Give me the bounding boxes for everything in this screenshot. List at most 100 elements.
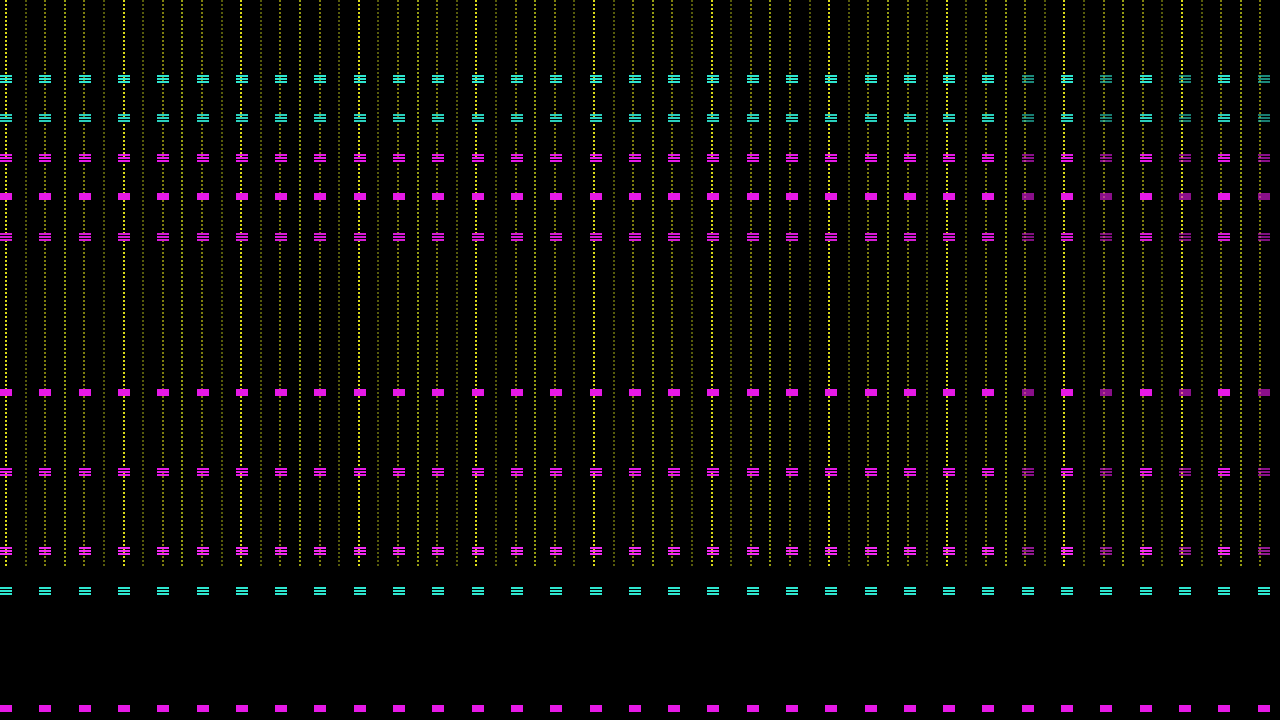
cyan-row-2-marker: [707, 114, 719, 122]
cyan-row-2-marker: [590, 114, 602, 122]
cyan-row-3-marker: [825, 587, 837, 595]
magenta-row-1-marker: [275, 154, 287, 162]
cyan-row-1-marker: [197, 75, 209, 83]
magenta-row-5-marker: [982, 468, 994, 476]
cyan-row-3-marker: [118, 587, 130, 595]
magenta-row-7-marker: [825, 705, 837, 712]
magenta-row-4-marker: [432, 389, 444, 396]
cyan-row-2-marker: [1022, 114, 1034, 122]
cyan-row-1-marker: [393, 75, 405, 83]
cyan-row-3-marker: [1218, 587, 1230, 595]
cyan-row-3-marker: [1179, 587, 1191, 595]
magenta-row-2-marker: [432, 193, 444, 200]
magenta-row-1-marker: [1179, 154, 1191, 162]
magenta-row-5-marker: [943, 468, 955, 476]
magenta-row-6-marker: [1100, 547, 1112, 555]
magenta-row-4-marker: [1100, 389, 1112, 396]
magenta-row-6-marker: [865, 547, 877, 555]
magenta-row-4-marker: [668, 389, 680, 396]
magenta-row-1-marker: [354, 154, 366, 162]
cyan-row-3-marker: [275, 587, 287, 595]
magenta-row-2-marker: [79, 193, 91, 200]
cyan-row-2-marker: [1100, 114, 1112, 122]
magenta-row-4-marker: [982, 389, 994, 396]
magenta-row-6-marker: [904, 547, 916, 555]
magenta-row-3-marker: [197, 233, 209, 241]
magenta-row-6-marker: [197, 547, 209, 555]
magenta-row-3-marker: [432, 233, 444, 241]
magenta-row-3-marker: [314, 233, 326, 241]
magenta-row-5-marker: [707, 468, 719, 476]
magenta-row-7-marker: [865, 705, 877, 712]
magenta-row-4-marker: [590, 389, 602, 396]
magenta-row-1-marker: [432, 154, 444, 162]
magenta-row-1-marker: [590, 154, 602, 162]
cyan-row-3-marker: [786, 587, 798, 595]
magenta-row-5-marker: [39, 468, 51, 476]
cyan-row-1-marker: [747, 75, 759, 83]
magenta-row-6-marker: [1061, 547, 1073, 555]
cyan-row-3-marker: [629, 587, 641, 595]
magenta-row-7-marker: [747, 705, 759, 712]
magenta-row-3-marker: [707, 233, 719, 241]
magenta-row-2-marker: [236, 193, 248, 200]
cyan-row-3-marker: [79, 587, 91, 595]
magenta-row-6-marker: [786, 547, 798, 555]
cyan-row-2-marker: [1258, 114, 1270, 122]
cyan-row-1-marker: [79, 75, 91, 83]
magenta-row-2-marker: [1061, 193, 1073, 200]
magenta-row-2-marker: [550, 193, 562, 200]
cyan-row-3-marker: [39, 587, 51, 595]
magenta-row-7-marker: [197, 705, 209, 712]
magenta-row-5-marker: [1218, 468, 1230, 476]
cyan-row-1-marker: [118, 75, 130, 83]
magenta-row-6-marker: [1022, 547, 1034, 555]
magenta-row-5-marker: [629, 468, 641, 476]
magenta-row-1-marker: [314, 154, 326, 162]
magenta-row-3-marker: [275, 233, 287, 241]
magenta-row-3-marker: [1179, 233, 1191, 241]
cyan-row-3-marker: [511, 587, 523, 595]
cyan-row-2-marker: [1218, 114, 1230, 122]
magenta-row-2-marker: [786, 193, 798, 200]
magenta-row-1-marker: [825, 154, 837, 162]
magenta-row-3-marker: [1258, 233, 1270, 241]
cyan-row-2-marker: [1140, 114, 1152, 122]
cyan-row-1-marker: [472, 75, 484, 83]
magenta-row-6-marker: [590, 547, 602, 555]
magenta-row-5-marker: [197, 468, 209, 476]
magenta-row-4-marker: [1022, 389, 1034, 396]
magenta-row-2-marker: [0, 193, 12, 200]
magenta-row-1-marker: [943, 154, 955, 162]
magenta-row-6-marker: [354, 547, 366, 555]
magenta-row-2-marker: [825, 193, 837, 200]
cyan-row-3-marker: [590, 587, 602, 595]
magenta-row-1-marker: [1140, 154, 1152, 162]
magenta-row-3-marker: [118, 233, 130, 241]
magenta-row-2-marker: [865, 193, 877, 200]
cyan-row-2-marker: [550, 114, 562, 122]
magenta-row-4-marker: [904, 389, 916, 396]
magenta-row-2-marker: [1218, 193, 1230, 200]
magenta-row-7-marker: [943, 705, 955, 712]
magenta-row-1-marker: [79, 154, 91, 162]
magenta-row-7-marker: [39, 705, 51, 712]
cyan-row-1-marker: [707, 75, 719, 83]
magenta-row-5-marker: [786, 468, 798, 476]
magenta-row-6-marker: [314, 547, 326, 555]
cyan-row-3-marker: [354, 587, 366, 595]
cyan-row-1-marker: [1140, 75, 1152, 83]
magenta-row-5-marker: [668, 468, 680, 476]
cyan-row-2-marker: [39, 114, 51, 122]
magenta-row-3-marker: [629, 233, 641, 241]
magenta-row-7-marker: [511, 705, 523, 712]
magenta-row-1-marker: [904, 154, 916, 162]
magenta-row-4-marker: [0, 389, 12, 396]
magenta-row-4-marker: [118, 389, 130, 396]
glitch-pattern-screen: [0, 0, 1280, 720]
magenta-row-6-marker: [1258, 547, 1270, 555]
magenta-row-3-marker: [354, 233, 366, 241]
magenta-row-5-marker: [1258, 468, 1270, 476]
magenta-row-7-marker: [354, 705, 366, 712]
magenta-row-7-marker: [79, 705, 91, 712]
